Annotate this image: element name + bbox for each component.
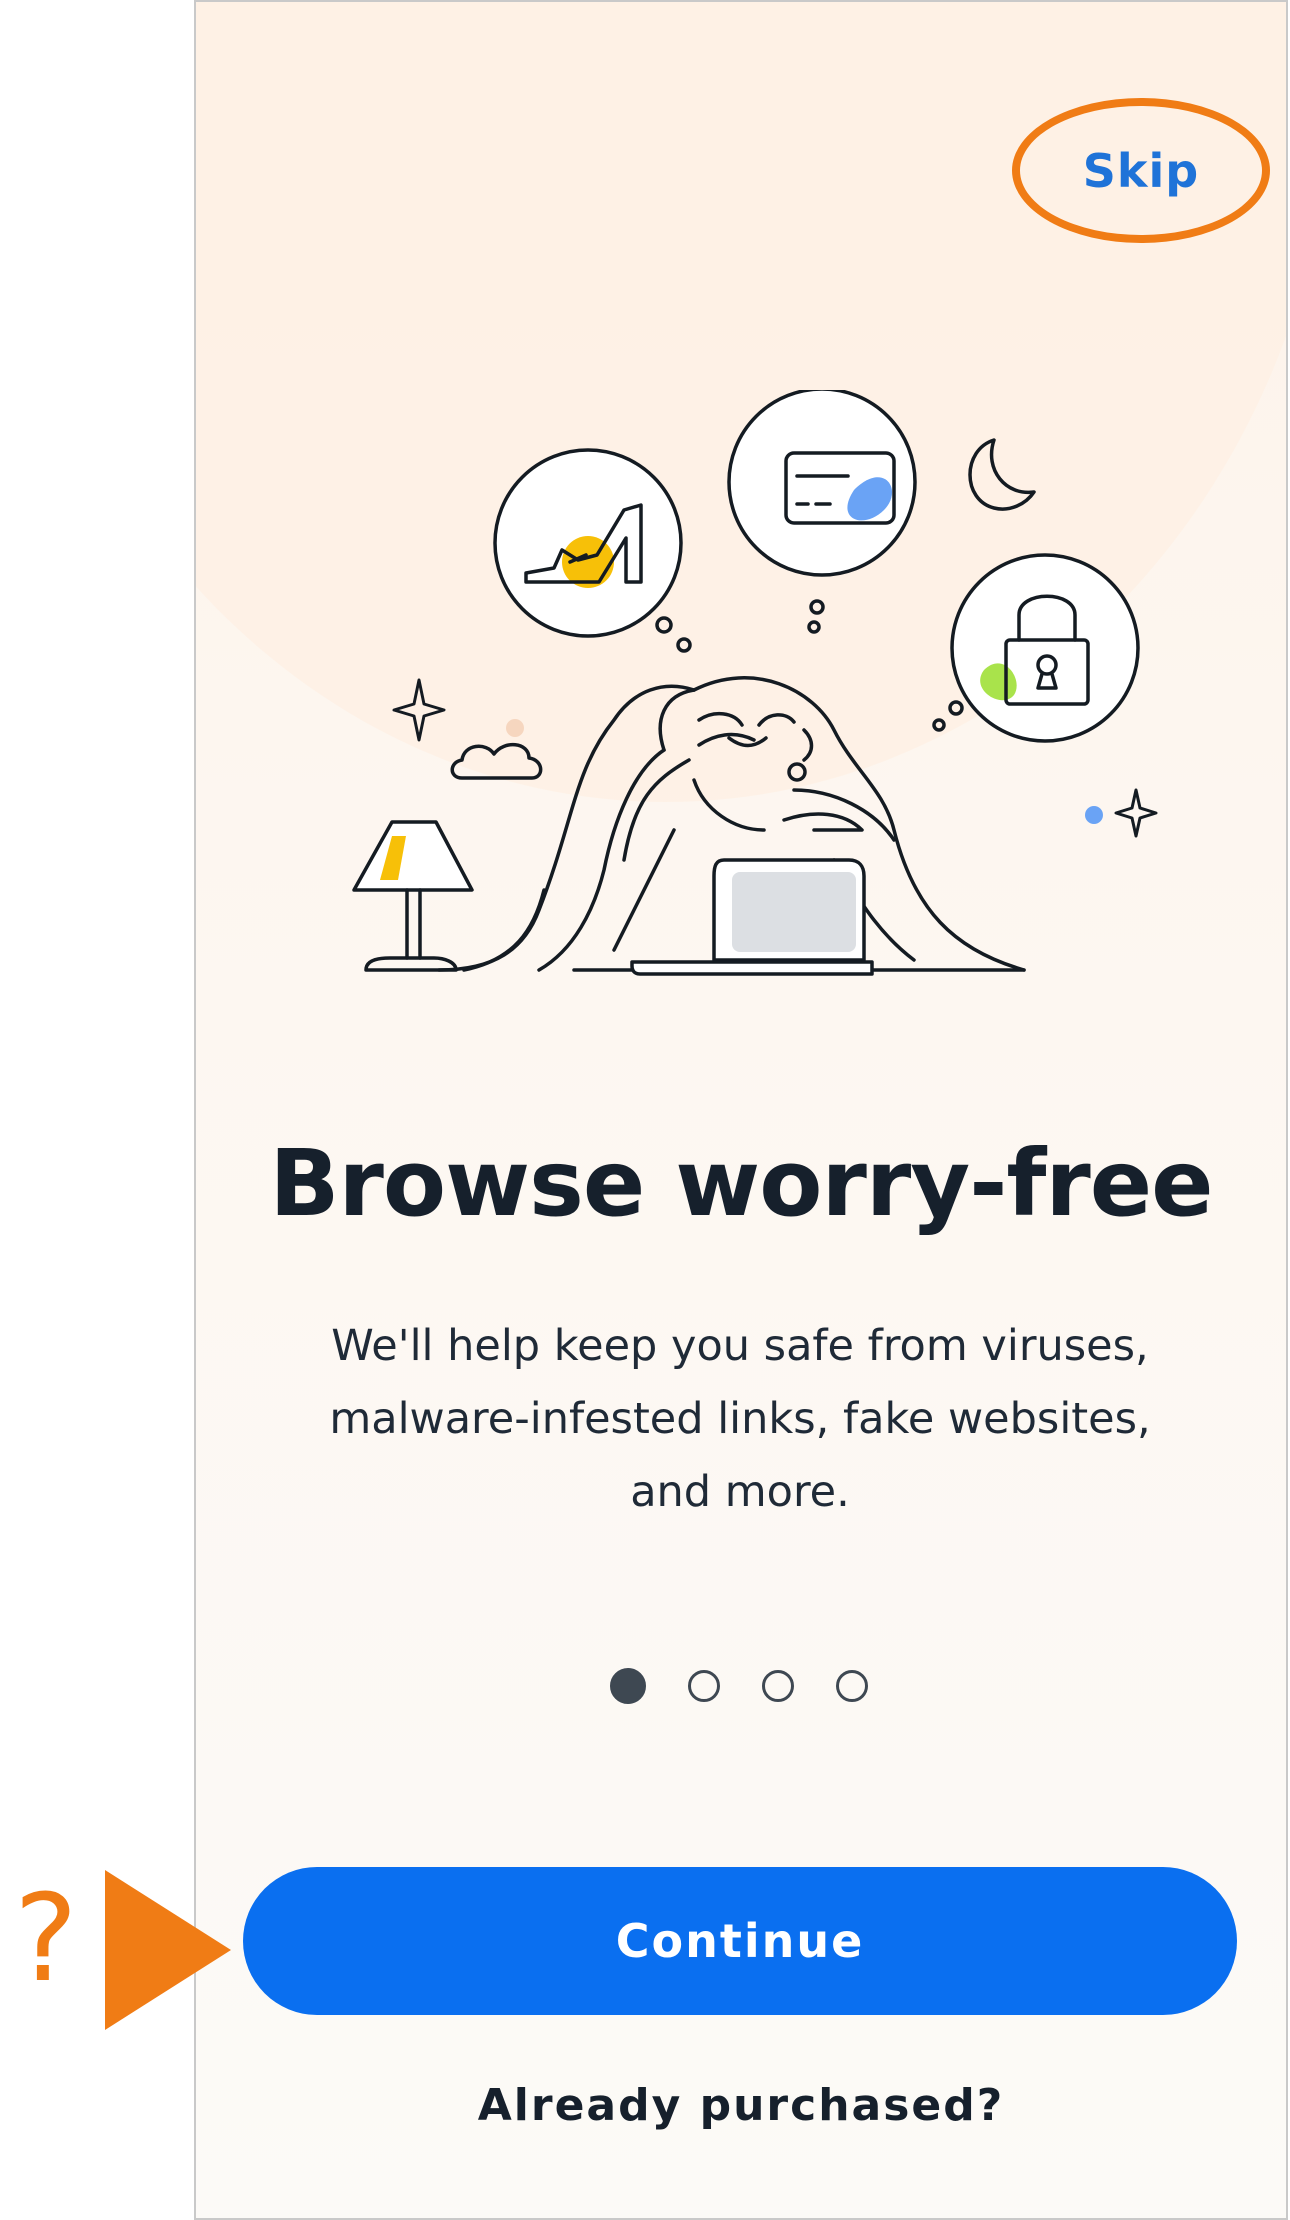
skip-button[interactable]: Skip [1034,135,1248,207]
page-title: Browse worry-free [269,1130,1213,1237]
sparkle-icon [1114,788,1158,838]
page-dot [762,1670,794,1702]
cloud-icon [450,743,543,780]
high-heel-shoe-icon [493,448,683,638]
padlock-icon [950,553,1140,743]
sparkle-icon [392,678,446,742]
onboarding-illustration [352,390,1158,976]
continue-button[interactable]: Continue [243,1867,1237,2015]
onboarding-page: Skip Browse worry-free We'll help keep y… [0,0,1290,2220]
question-mark-annotation: ? [14,1870,78,2009]
lamp-icon [352,820,474,972]
credit-card-icon [727,390,917,577]
pointer-arrow-icon [105,1870,231,2030]
page-dot-active [610,1668,646,1704]
page-dot [836,1670,868,1702]
moon-icon [968,438,1036,511]
page-description: We'll help keep you safe from viruses, m… [329,1321,1151,1517]
page-indicator [610,1668,868,1704]
already-purchased-link[interactable]: Already purchased? [194,2080,1288,2131]
page-dot [688,1670,720,1702]
laptop-icon [630,858,874,976]
